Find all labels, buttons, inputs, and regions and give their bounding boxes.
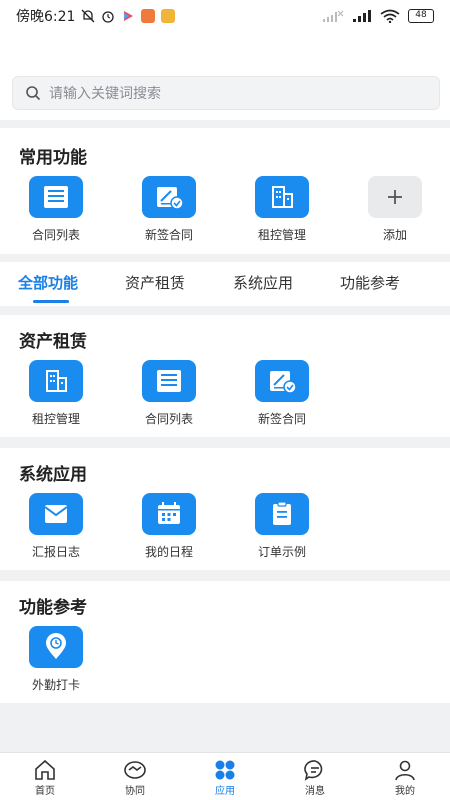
nav-home[interactable]: 首页 — [0, 758, 90, 797]
system-apps-section: 系统应用 汇报日志 我的日程 订单示例 — [0, 448, 450, 570]
contract-sign-icon — [142, 176, 196, 218]
section-title: 资产租赁 — [19, 332, 87, 352]
tile-report-log[interactable]: 汇报日志 — [6, 493, 106, 560]
video-app-icon — [124, 11, 134, 21]
tab-function-reference[interactable]: 功能参考 — [340, 272, 400, 293]
nav-label: 我的 — [395, 786, 415, 797]
building-icon — [29, 360, 83, 402]
tile-label: 合同列表 — [31, 228, 80, 242]
tile-label: 汇报日志 — [31, 545, 80, 559]
nav-label: 协同 — [125, 786, 145, 797]
search-icon — [26, 86, 41, 101]
tile-label: 订单示例 — [257, 545, 306, 559]
nav-collaboration[interactable]: 协同 — [90, 758, 180, 797]
nav-label: 首页 — [35, 786, 55, 797]
section-title: 功能参考 — [19, 598, 87, 618]
tile-label: 租控管理 — [257, 228, 306, 242]
function-reference-section: 功能参考 外勤打卡 — [0, 581, 450, 703]
status-time: 傍晚6:21 — [16, 9, 76, 25]
search-placeholder: 请输入关键词搜索 — [49, 86, 161, 102]
section-title: 常用功能 — [19, 148, 87, 168]
nav-label: 应用 — [215, 786, 235, 797]
tile-label: 我的日程 — [144, 545, 193, 559]
tab-asset-leasing[interactable]: 资产租赁 — [125, 272, 185, 293]
tile-label: 合同列表 — [144, 412, 193, 426]
clipboard-icon — [255, 493, 309, 535]
mail-icon — [29, 493, 83, 535]
user-icon — [395, 760, 415, 781]
signal-icon — [323, 10, 344, 22]
search-input[interactable]: 请输入关键词搜索 — [12, 76, 440, 110]
document-list-icon — [29, 176, 83, 218]
handshake-icon — [124, 761, 146, 779]
tile-order-example[interactable]: 订单示例 — [232, 493, 332, 560]
mute-bell-icon — [81, 9, 95, 23]
nav-messages[interactable]: 消息 — [270, 758, 360, 797]
document-list-icon — [142, 360, 196, 402]
tile-label: 新签合同 — [144, 228, 193, 242]
battery-icon: 48 — [408, 9, 434, 23]
message-app-icon — [161, 9, 176, 23]
tile-contract-list[interactable]: 合同列表 — [119, 360, 219, 427]
tile-label: 新签合同 — [257, 412, 306, 426]
calendar-icon — [142, 493, 196, 535]
home-icon — [35, 759, 55, 780]
wifi-icon — [380, 9, 400, 23]
battery-level: 48 — [415, 10, 427, 20]
tile-label: 租控管理 — [31, 412, 80, 426]
asset-leasing-section: 资产租赁 租控管理 合同列表 新签合同 — [0, 315, 450, 437]
signal-strength-icon — [353, 10, 371, 22]
nav-label: 消息 — [305, 786, 325, 797]
status-bar: 傍晚6:21 48 — [0, 0, 450, 32]
section-title: 系统应用 — [19, 465, 87, 485]
nav-profile[interactable]: 我的 — [360, 758, 450, 797]
tab-system-apps[interactable]: 系统应用 — [233, 272, 293, 293]
plus-icon — [368, 176, 422, 218]
alarm-clock-icon — [102, 11, 115, 23]
contract-sign-icon — [255, 360, 309, 402]
tile-new-contract[interactable]: 新签合同 — [232, 360, 332, 427]
app-notification-icon — [141, 9, 156, 23]
tile-rent-control[interactable]: 租控管理 — [6, 360, 106, 427]
location-clock-icon — [29, 626, 83, 668]
common-functions-section: 常用功能 合同列表 新签合同 租控管理 添加 — [0, 128, 450, 254]
message-icon — [304, 760, 323, 781]
active-tab-indicator — [33, 300, 69, 303]
tile-my-schedule[interactable]: 我的日程 — [119, 493, 219, 560]
tab-all-functions[interactable]: 全部功能 — [18, 272, 78, 293]
bottom-navigation: 首页 协同 应用 消息 我的 — [0, 752, 450, 800]
nav-apps[interactable]: 应用 — [180, 758, 270, 797]
tile-new-contract[interactable]: 新签合同 — [119, 176, 219, 243]
category-tabs: 全部功能 资产租赁 系统应用 功能参考 — [0, 262, 450, 306]
building-icon — [255, 176, 309, 218]
tile-contract-list[interactable]: 合同列表 — [6, 176, 106, 243]
tile-field-checkin[interactable]: 外勤打卡 — [6, 626, 106, 693]
tile-add[interactable]: 添加 — [345, 176, 445, 243]
tile-label: 添加 — [382, 228, 407, 242]
tile-label: 外勤打卡 — [31, 678, 80, 692]
apps-icon — [215, 760, 235, 780]
tile-rent-control[interactable]: 租控管理 — [232, 176, 332, 243]
